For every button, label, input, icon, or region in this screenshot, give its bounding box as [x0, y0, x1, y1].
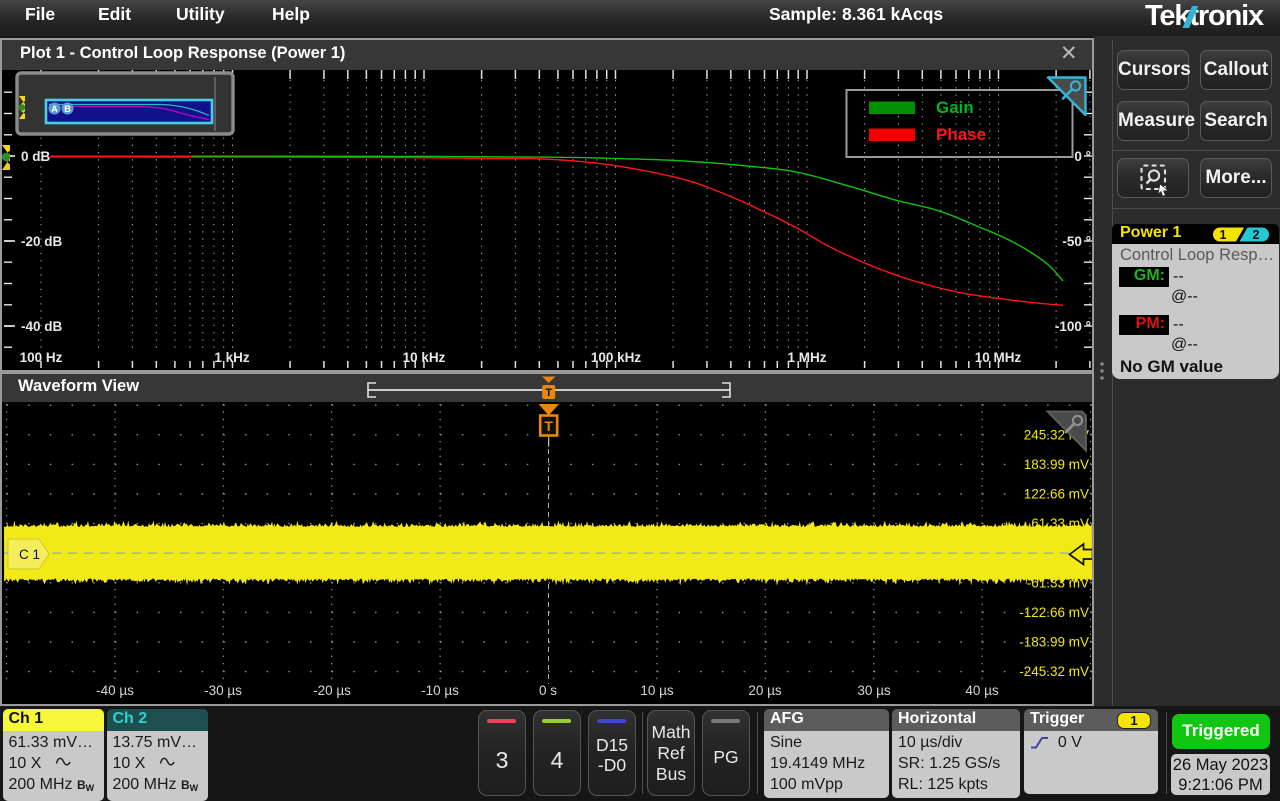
svg-text:B: B — [64, 104, 71, 114]
svg-text:Gain: Gain — [936, 98, 974, 117]
svg-text:A: A — [51, 104, 58, 114]
svg-text:10 MHz: 10 MHz — [975, 350, 1022, 365]
svg-text:183.99 mV: 183.99 mV — [1024, 457, 1089, 472]
svg-text:-122.66 mV: -122.66 mV — [1019, 605, 1089, 620]
svg-text:30 µs: 30 µs — [857, 683, 891, 698]
svg-text:0 dB: 0 dB — [21, 149, 51, 164]
svg-text:-183.99 mV: -183.99 mV — [1019, 635, 1089, 650]
svg-text:-245.32 mV: -245.32 mV — [1019, 664, 1089, 679]
svg-text:1: 1 — [1220, 228, 1227, 242]
svg-text:10 kHz: 10 kHz — [403, 350, 446, 365]
svg-text:1 MHz: 1 MHz — [787, 350, 826, 365]
svg-text:100 kHz: 100 kHz — [591, 350, 642, 365]
svg-text:1 kHz: 1 kHz — [214, 350, 250, 365]
svg-text:-100 °: -100 ° — [1055, 319, 1091, 334]
svg-text:122.66 mV: 122.66 mV — [1024, 487, 1089, 502]
svg-text:-30 µs: -30 µs — [204, 683, 242, 698]
svg-text:20 µs: 20 µs — [748, 683, 782, 698]
svg-text:-61.33 mV: -61.33 mV — [1027, 575, 1089, 590]
svg-text:0 s: 0 s — [539, 683, 557, 698]
svg-text:-40 µs: -40 µs — [96, 683, 134, 698]
svg-text:40 µs: 40 µs — [965, 683, 999, 698]
svg-text:-20 µs: -20 µs — [313, 683, 351, 698]
svg-text:-50 °: -50 ° — [1062, 234, 1091, 249]
svg-text:10 µs: 10 µs — [640, 683, 674, 698]
svg-text:61.33 mV: 61.33 mV — [1031, 516, 1089, 531]
svg-text:T: T — [544, 418, 553, 434]
svg-text:100 Hz: 100 Hz — [20, 350, 63, 365]
svg-text:C 1: C 1 — [19, 547, 40, 562]
svg-text:0 °: 0 ° — [1074, 149, 1091, 164]
svg-text:2: 2 — [1253, 228, 1260, 242]
svg-text:-20 dB: -20 dB — [21, 234, 63, 249]
svg-text:T: T — [545, 387, 552, 399]
svg-text:-40 dB: -40 dB — [21, 319, 63, 334]
svg-text:-10 µs: -10 µs — [421, 683, 459, 698]
svg-text:Phase: Phase — [936, 125, 986, 144]
